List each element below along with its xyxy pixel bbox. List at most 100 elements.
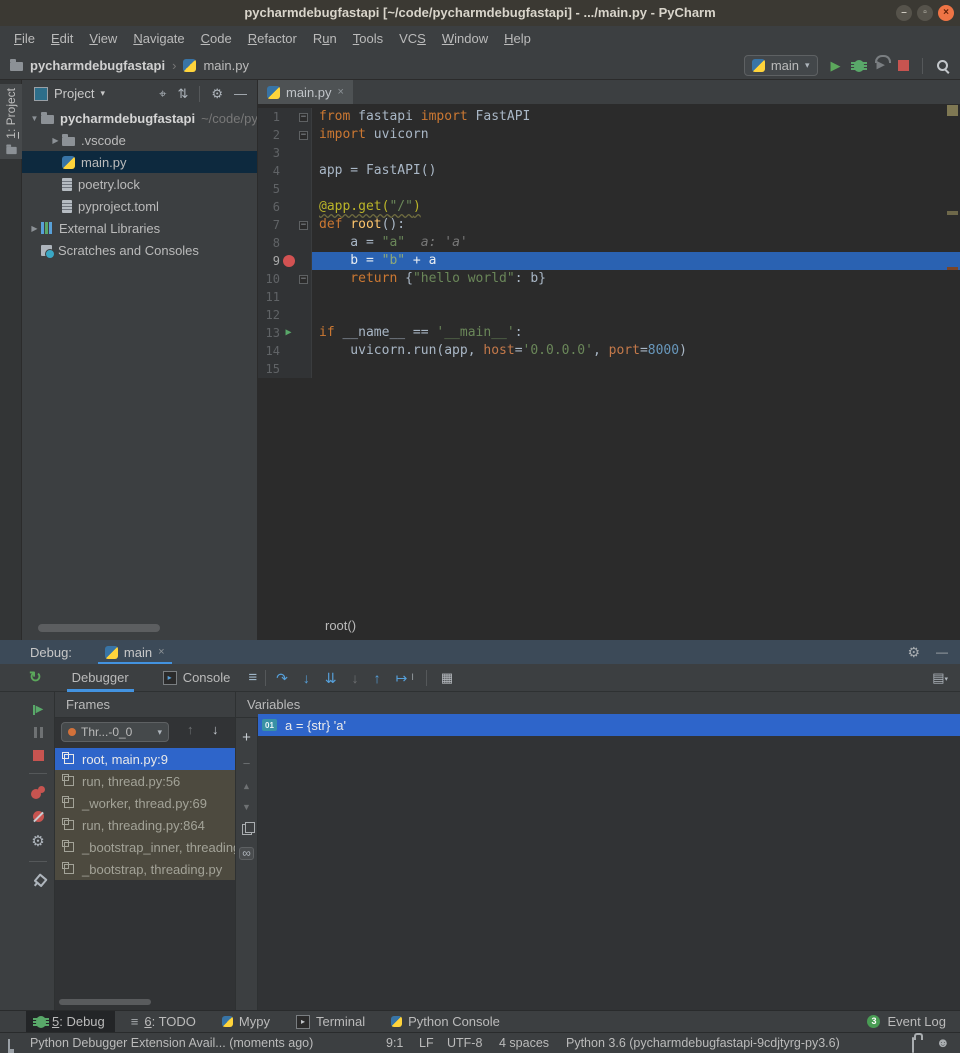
close-icon[interactable]: × bbox=[338, 86, 344, 98]
frame-row[interactable]: _bootstrap_inner, threading.py bbox=[55, 836, 235, 858]
code-text[interactable]: @app.get("/") bbox=[312, 198, 960, 216]
code-text[interactable]: app = FastAPI() bbox=[312, 162, 960, 180]
frame-row[interactable]: run, thread.py:56 bbox=[55, 770, 235, 792]
interpreter-indicator[interactable]: Python 3.6 (pycharmdebugfastapi-9cdjtyrg… bbox=[566, 1033, 840, 1053]
menu-item-code[interactable]: Code bbox=[193, 26, 240, 52]
tab-main-py[interactable]: main.py × bbox=[258, 80, 353, 104]
gear-icon[interactable]: ⚙ bbox=[907, 645, 920, 659]
menu-item-run[interactable]: Run bbox=[305, 26, 345, 52]
layout-options-icon[interactable]: ≡ bbox=[248, 670, 257, 685]
frame-row[interactable]: run, threading.py:864 bbox=[55, 814, 235, 836]
menu-item-help[interactable]: Help bbox=[496, 26, 539, 52]
tree-item-scratches-and-consoles[interactable]: Scratches and Consoles bbox=[22, 239, 257, 261]
thread-select[interactable]: Thr...-0_0 ▾ bbox=[61, 722, 169, 742]
line-ending-indicator[interactable]: LF bbox=[419, 1033, 434, 1053]
hide-panel-icon[interactable]: — bbox=[234, 87, 247, 100]
inspection-profile-icon[interactable]: ☻ bbox=[936, 1033, 950, 1053]
frames-horizontal-scrollbar[interactable] bbox=[59, 999, 151, 1005]
indent-indicator[interactable]: 4 spaces bbox=[499, 1033, 549, 1053]
warning-stripe-mark[interactable] bbox=[947, 211, 958, 215]
close-icon[interactable]: × bbox=[158, 646, 164, 658]
breakpoint-icon[interactable] bbox=[283, 255, 295, 267]
resume-program-icon[interactable]: ▶ bbox=[33, 704, 44, 715]
run-configuration-select[interactable]: main ▾ bbox=[744, 55, 818, 76]
tree-item--vscode[interactable]: ▶.vscode bbox=[22, 129, 257, 151]
code-editor[interactable]: 1−from fastapi import FastAPI2−import uv… bbox=[258, 104, 960, 612]
stop-icon[interactable] bbox=[33, 750, 44, 761]
menu-item-view[interactable]: View bbox=[81, 26, 125, 52]
frame-row[interactable]: root, main.py:9 bbox=[55, 748, 235, 770]
breadcrumb-project[interactable]: pycharmdebugfastapi bbox=[30, 58, 165, 73]
run-line-icon[interactable]: ▶ bbox=[285, 324, 291, 342]
code-text[interactable]: from fastapi import FastAPI bbox=[312, 108, 960, 126]
project-horizontal-scrollbar[interactable] bbox=[38, 624, 160, 632]
tree-item-external-libraries[interactable]: ▶External Libraries bbox=[22, 217, 257, 239]
remove-watch-icon[interactable]: − bbox=[243, 757, 251, 770]
maximize-window-icon[interactable]: ▫ bbox=[917, 5, 933, 21]
tree-item-pycharmdebugfastapi[interactable]: ▼pycharmdebugfastapi~/code/pycharmdebugf… bbox=[22, 107, 257, 129]
tool-window-tab-6-todo[interactable]: ≡6: TODO bbox=[121, 1011, 206, 1032]
code-text[interactable] bbox=[312, 306, 960, 324]
view-breakpoints-icon[interactable] bbox=[31, 786, 45, 799]
fold-marker-icon[interactable]: − bbox=[299, 275, 308, 284]
inspection-status-square[interactable] bbox=[947, 105, 958, 116]
rerun-icon[interactable]: ↻ bbox=[29, 670, 42, 685]
pin-tab-icon[interactable] bbox=[29, 871, 47, 889]
minimize-window-icon[interactable]: – bbox=[896, 5, 912, 21]
run-to-cursor-icon[interactable]: ↦ bbox=[396, 671, 408, 685]
show-watches-icon[interactable]: ∞ bbox=[239, 847, 254, 860]
collapsed-arrow-icon[interactable]: ▶ bbox=[49, 136, 62, 145]
stop-button[interactable] bbox=[898, 60, 909, 71]
fold-marker-icon[interactable]: − bbox=[299, 221, 308, 230]
tree-item-poetry-lock[interactable]: poetry.lock bbox=[22, 173, 257, 195]
pause-program-icon[interactable] bbox=[34, 727, 43, 738]
tree-item-pyproject-toml[interactable]: pyproject.toml bbox=[22, 195, 257, 217]
status-message[interactable]: Python Debugger Extension Avail... (mome… bbox=[30, 1033, 313, 1053]
move-watch-up-icon[interactable]: ▼ bbox=[242, 782, 251, 791]
breakpoint-stripe-mark[interactable] bbox=[947, 267, 958, 270]
frame-row[interactable]: _worker, thread.py:69 bbox=[55, 792, 235, 814]
event-log-button[interactable]: 3 Event Log bbox=[867, 1014, 960, 1029]
menu-item-navigate[interactable]: Navigate bbox=[125, 26, 192, 52]
tool-window-tab-mypy[interactable]: Mypy bbox=[212, 1011, 280, 1032]
menu-item-file[interactable]: File bbox=[6, 26, 43, 52]
menu-item-vcs[interactable]: VCS bbox=[391, 26, 434, 52]
fold-marker-icon[interactable]: − bbox=[299, 113, 308, 122]
expanded-arrow-icon[interactable]: ▼ bbox=[28, 114, 41, 123]
step-out-icon[interactable]: ↑ bbox=[374, 671, 381, 685]
hide-panel-icon[interactable]: — bbox=[936, 646, 948, 658]
code-text[interactable]: return {"hello world": b} bbox=[312, 270, 960, 288]
run-with-coverage-button[interactable]: ▶ bbox=[877, 60, 885, 71]
menu-item-tools[interactable]: Tools bbox=[345, 26, 391, 52]
gear-icon[interactable]: ⚙ bbox=[211, 87, 223, 100]
code-text[interactable]: a = "a" a: 'a' bbox=[312, 234, 960, 252]
code-text[interactable] bbox=[312, 360, 960, 378]
duplicate-watch-icon[interactable] bbox=[242, 824, 252, 835]
code-text[interactable]: def root(): bbox=[312, 216, 960, 234]
menu-item-window[interactable]: Window bbox=[434, 26, 496, 52]
tab-debugger[interactable]: Debugger bbox=[62, 664, 139, 692]
code-text[interactable] bbox=[312, 144, 960, 162]
project-view-select[interactable]: Project ▾ bbox=[34, 86, 105, 101]
code-text[interactable] bbox=[312, 180, 960, 198]
code-text[interactable] bbox=[312, 288, 960, 306]
tool-window-tab-terminal[interactable]: ▸Terminal bbox=[286, 1011, 375, 1032]
debug-button[interactable] bbox=[854, 60, 864, 72]
menu-item-edit[interactable]: Edit bbox=[43, 26, 81, 52]
breadcrumb-file[interactable]: main.py bbox=[203, 58, 249, 73]
step-over-icon[interactable]: ↷ bbox=[276, 671, 288, 685]
fold-marker-icon[interactable]: − bbox=[299, 131, 308, 140]
editor-breadcrumb-scope[interactable]: root() bbox=[258, 612, 960, 640]
tree-item-main-py[interactable]: main.py bbox=[22, 151, 257, 173]
sidebar-item-project[interactable]: 1: Project bbox=[0, 84, 22, 159]
previous-frame-icon[interactable]: ↑ bbox=[187, 723, 194, 736]
new-watch-icon[interactable]: + bbox=[242, 730, 251, 745]
locate-file-icon[interactable]: ⌖ bbox=[159, 87, 166, 100]
collapse-all-icon[interactable]: ⇅ bbox=[177, 87, 188, 100]
debugger-settings-gear-icon[interactable]: ⚙ bbox=[31, 834, 44, 849]
force-step-into-icon[interactable]: ↓ bbox=[352, 671, 359, 685]
step-into-icon[interactable]: ↓ bbox=[303, 671, 310, 685]
lock-icon[interactable] bbox=[912, 1035, 914, 1053]
search-icon[interactable] bbox=[936, 59, 950, 73]
tool-window-tab-python-console[interactable]: Python Console bbox=[381, 1011, 510, 1032]
